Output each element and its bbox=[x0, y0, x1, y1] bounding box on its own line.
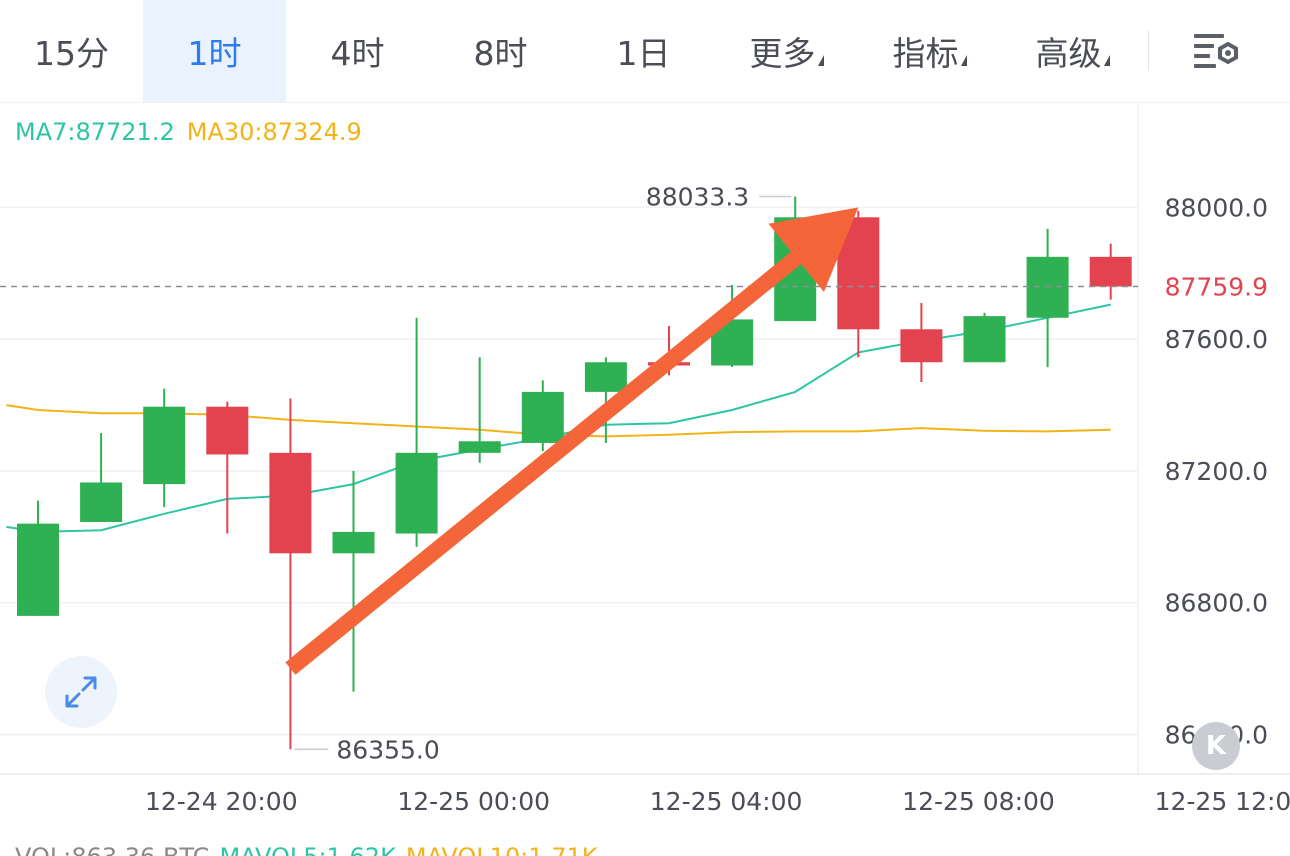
caret-down-icon bbox=[960, 54, 967, 66]
low-price-label: 86355.0 bbox=[336, 735, 439, 764]
chart-settings-button[interactable] bbox=[1190, 28, 1242, 74]
candle-body bbox=[963, 316, 1006, 363]
x-axis-tick-label: 12-25 04:00 bbox=[650, 787, 803, 816]
y-axis-tick-label: 87600.0 bbox=[1165, 325, 1268, 354]
candle bbox=[80, 433, 123, 522]
tab-indicators[interactable]: 指标 bbox=[858, 0, 1001, 102]
expand-chart-button[interactable] bbox=[45, 656, 117, 728]
x-axis-tick-label: 12-25 00:00 bbox=[397, 787, 550, 816]
tab-advanced[interactable]: 高级 bbox=[1001, 0, 1144, 102]
last-price-label: 87759.9 bbox=[1165, 273, 1268, 302]
candle-body bbox=[143, 406, 186, 485]
candle bbox=[521, 380, 564, 452]
candle bbox=[458, 357, 501, 463]
candle-body bbox=[1089, 256, 1132, 287]
tab-8hour[interactable]: 8时 bbox=[429, 0, 572, 102]
candle-body bbox=[521, 391, 564, 443]
candle bbox=[206, 401, 249, 534]
expand-icon bbox=[65, 676, 97, 708]
candle-body bbox=[395, 452, 438, 534]
candle bbox=[269, 398, 312, 750]
x-axis-tick-label: 12-24 20:00 bbox=[145, 787, 298, 816]
candle-body bbox=[584, 362, 627, 392]
candle bbox=[332, 470, 375, 692]
tab-1day[interactable]: 1日 bbox=[572, 0, 715, 102]
caret-down-icon bbox=[817, 54, 824, 66]
candle bbox=[143, 388, 186, 508]
k-line-button[interactable]: K bbox=[1192, 722, 1240, 770]
candle-body bbox=[206, 406, 249, 455]
x-axis-tick-label: 12-25 12:00 bbox=[1155, 787, 1290, 816]
candle-body bbox=[269, 452, 312, 554]
candles-layer bbox=[17, 196, 1132, 750]
candle bbox=[1026, 228, 1069, 368]
chart-labels: 87759.9 88033.3 86355.0 bbox=[0, 182, 1268, 764]
arrow-shaft bbox=[285, 245, 810, 675]
x-axis-tick-label: 12-25 08:00 bbox=[902, 787, 1055, 816]
high-price-label: 88033.3 bbox=[646, 182, 749, 211]
y-axis-tick-label: 87200.0 bbox=[1165, 457, 1268, 486]
candle-body bbox=[80, 482, 123, 522]
candle-body bbox=[17, 523, 59, 616]
y-axis-tick-label: 86800.0 bbox=[1165, 589, 1268, 618]
tab-15min[interactable]: 15分 bbox=[0, 0, 143, 102]
y-axis-tick-label: 88000.0 bbox=[1165, 193, 1268, 222]
candle-body bbox=[900, 329, 943, 363]
candle-body bbox=[1026, 256, 1069, 318]
annotation-arrow bbox=[285, 207, 859, 675]
tab-more[interactable]: 更多 bbox=[715, 0, 858, 102]
candlestick-chart[interactable]: 88000.087600.087200.086800.086400.012-24… bbox=[0, 102, 1290, 840]
volume-legend: VOL:863.36 BTC MAVOL5:1.62K MAVOL10:1.71K bbox=[15, 840, 607, 856]
candle-body bbox=[458, 441, 501, 453]
mavol10-value: MAVOL10:1.71K bbox=[406, 843, 598, 856]
timeframe-tabs: 15分 1时 4时 8时 1日 更多 指标 高级 bbox=[0, 0, 1290, 103]
candle bbox=[963, 312, 1006, 363]
tab-4hour[interactable]: 4时 bbox=[286, 0, 429, 102]
candle bbox=[395, 317, 438, 547]
candle bbox=[17, 500, 59, 616]
mavol5-value: MAVOL5:1.62K bbox=[219, 843, 395, 856]
tab-1hour[interactable]: 1时 bbox=[143, 0, 286, 102]
chart-settings-icon bbox=[1194, 34, 1238, 68]
candle-body bbox=[332, 531, 375, 554]
candle bbox=[900, 302, 943, 382]
vol-value: VOL:863.36 BTC bbox=[15, 843, 209, 856]
caret-down-icon bbox=[1103, 54, 1110, 66]
tab-divider bbox=[1148, 30, 1149, 70]
candle bbox=[1089, 243, 1132, 300]
